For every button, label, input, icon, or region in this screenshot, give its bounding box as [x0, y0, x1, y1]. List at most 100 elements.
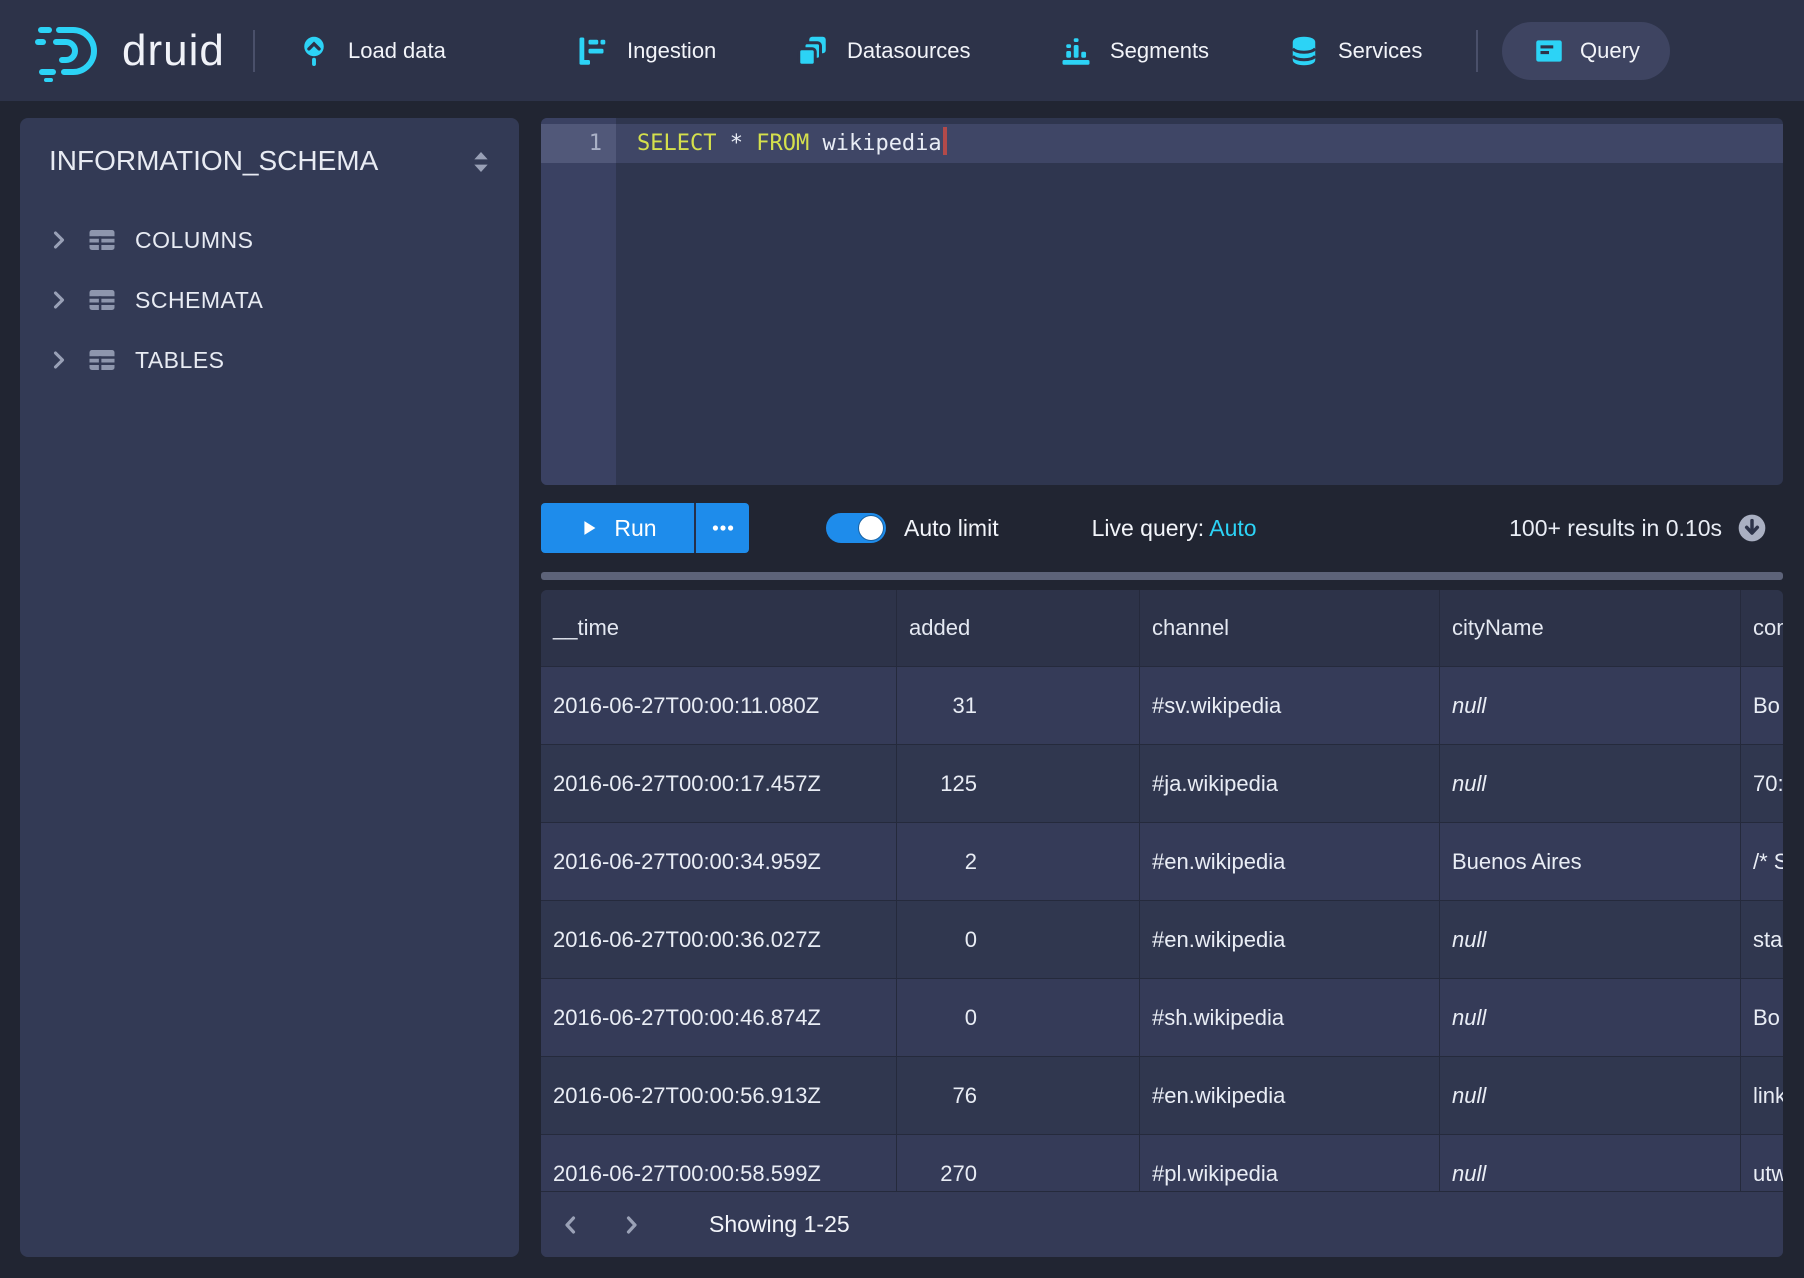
table-cell[interactable]: #ja.wikipedia: [1140, 745, 1440, 822]
run-button-group: Run: [541, 503, 749, 553]
table-grid-icon: [87, 285, 117, 315]
results-summary: 100+ results in 0.10s: [1509, 515, 1722, 542]
nav-label: Ingestion: [627, 38, 716, 64]
table-cell[interactable]: 2016-06-27T00:00:34.959Z: [541, 823, 897, 900]
table-cell[interactable]: 0: [897, 979, 1140, 1056]
druid-logo-icon: [34, 20, 108, 82]
table-cell[interactable]: sta: [1741, 901, 1783, 978]
table-cell[interactable]: #sv.wikipedia: [1140, 667, 1440, 744]
table-cell[interactable]: 0: [897, 901, 1140, 978]
schema-title: INFORMATION_SCHEMA: [49, 145, 378, 177]
nav-divider: [253, 30, 255, 72]
table-grid-icon: [87, 225, 117, 255]
load-data-icon: [296, 33, 332, 69]
double-caret-vertical-icon[interactable]: [465, 146, 497, 178]
table-row: 2016-06-27T00:00:36.027Z0#en.wikipedianu…: [541, 901, 1783, 979]
table-cell[interactable]: #sh.wikipedia: [1140, 979, 1440, 1056]
chevron-right-icon: [619, 1213, 643, 1237]
table-cell[interactable]: 2016-06-27T00:00:36.027Z: [541, 901, 897, 978]
table-row: 2016-06-27T00:00:46.874Z0#sh.wikipedianu…: [541, 979, 1783, 1057]
table-cell[interactable]: 2016-06-27T00:00:17.457Z: [541, 745, 897, 822]
nav-item-services[interactable]: Services: [1286, 0, 1422, 101]
line-number: 1: [541, 124, 602, 163]
code-token: *: [716, 131, 756, 156]
toggle-knob: [859, 516, 883, 540]
nav-label: Datasources: [847, 38, 971, 64]
chevron-left-icon: [559, 1213, 583, 1237]
sidebar-item-schemata[interactable]: SCHEMATA: [20, 270, 519, 330]
next-page-button[interactable]: [601, 1192, 661, 1258]
run-label: Run: [614, 515, 656, 542]
table-cell[interactable]: 125: [897, 745, 1140, 822]
chevron-right-icon: [45, 226, 73, 254]
editor-gutter: [541, 118, 616, 485]
column-header-channel[interactable]: channel: [1140, 590, 1440, 666]
table-cell[interactable]: null: [1440, 745, 1741, 822]
column-header-__time[interactable]: __time: [541, 590, 897, 666]
table-cell[interactable]: 2016-06-27T00:00:46.874Z: [541, 979, 897, 1056]
table-cell[interactable]: null: [1440, 979, 1741, 1056]
table-cell[interactable]: 2016-06-27T00:00:56.913Z: [541, 1057, 897, 1134]
auto-limit-toggle[interactable]: [826, 513, 886, 543]
table-cell[interactable]: Bo: [1741, 667, 1783, 744]
text-cursor: [943, 127, 947, 155]
sidebar-item-columns[interactable]: COLUMNS: [20, 210, 519, 270]
table-cell[interactable]: #en.wikipedia: [1140, 1057, 1440, 1134]
editor-active-line: 1 SELECT * FROM wikipedia: [541, 124, 1783, 163]
table-cell[interactable]: null: [1440, 667, 1741, 744]
datasources-icon: [795, 33, 831, 69]
code-tokens: SELECT * FROM wikipedia: [637, 131, 942, 156]
sidebar-item-tables[interactable]: TABLES: [20, 330, 519, 390]
table-grid-icon: [87, 345, 117, 375]
nav-item-load-data[interactable]: Load data: [296, 0, 446, 101]
table-cell[interactable]: 76: [897, 1057, 1140, 1134]
services-icon: [1286, 33, 1322, 69]
table-cell[interactable]: null: [1440, 901, 1741, 978]
table-cell[interactable]: Buenos Aires: [1440, 823, 1741, 900]
table-cell[interactable]: null: [1440, 1057, 1741, 1134]
chevron-right-icon: [45, 286, 73, 314]
table-row: 2016-06-27T00:00:17.457Z125#ja.wikipedia…: [541, 745, 1783, 823]
column-header-cityName[interactable]: cityName: [1440, 590, 1741, 666]
code-line[interactable]: SELECT * FROM wikipedia: [637, 124, 947, 163]
live-query-value[interactable]: Auto: [1209, 515, 1256, 541]
live-query-label: Live query:: [1092, 515, 1205, 541]
results-footer: Showing 1-25: [541, 1191, 1783, 1257]
auto-limit-label: Auto limit: [904, 515, 999, 542]
run-button[interactable]: Run: [541, 503, 694, 553]
table-cell[interactable]: link: [1741, 1057, 1783, 1134]
table-cell[interactable]: 31: [897, 667, 1140, 744]
table-cell[interactable]: /* S: [1741, 823, 1783, 900]
table-row: 2016-06-27T00:00:34.959Z2#en.wikipediaBu…: [541, 823, 1783, 901]
nav-item-segments[interactable]: Segments: [1058, 0, 1209, 101]
resize-splitter[interactable]: [541, 572, 1783, 580]
table-cell[interactable]: 2: [897, 823, 1140, 900]
schema-sidebar: INFORMATION_SCHEMA COLUMNS: [20, 118, 519, 1257]
table-row: 2016-06-27T00:00:56.913Z76#en.wikipedian…: [541, 1057, 1783, 1135]
pagination-status: Showing 1-25: [709, 1211, 850, 1238]
column-header-added[interactable]: added: [897, 590, 1140, 666]
live-query: Live query: Auto: [1092, 515, 1257, 542]
nav-label: Load data: [348, 38, 446, 64]
query-toolbar: Run Auto limit Live query: Auto 100+ res…: [541, 503, 1783, 553]
table-cell[interactable]: 2016-06-27T00:00:11.080Z: [541, 667, 897, 744]
table-cell[interactable]: #en.wikipedia: [1140, 901, 1440, 978]
sidebar-item-label: TABLES: [131, 347, 225, 374]
nav-item-query[interactable]: Query: [1502, 22, 1670, 80]
more-options-button[interactable]: [694, 503, 749, 553]
ellipsis-icon: [710, 515, 736, 541]
nav-item-ingestion[interactable]: Ingestion: [575, 0, 716, 101]
sql-editor[interactable]: 1 SELECT * FROM wikipedia: [541, 118, 1783, 485]
nav-item-datasources[interactable]: Datasources: [795, 0, 971, 101]
nav-label: Query: [1580, 38, 1640, 64]
column-header-comment[interactable]: comment: [1741, 590, 1783, 666]
table-cell[interactable]: Bo: [1741, 979, 1783, 1056]
table-cell[interactable]: #en.wikipedia: [1140, 823, 1440, 900]
results-panel: __timeaddedchannelcityNamecomment 2016-0…: [541, 590, 1783, 1257]
query-icon: [1532, 34, 1566, 68]
table-cell[interactable]: 70:: [1741, 745, 1783, 822]
druid-logo[interactable]: druid: [34, 0, 225, 101]
code-token: FROM: [756, 131, 809, 156]
prev-page-button[interactable]: [541, 1192, 601, 1258]
download-button[interactable]: [1736, 512, 1768, 544]
